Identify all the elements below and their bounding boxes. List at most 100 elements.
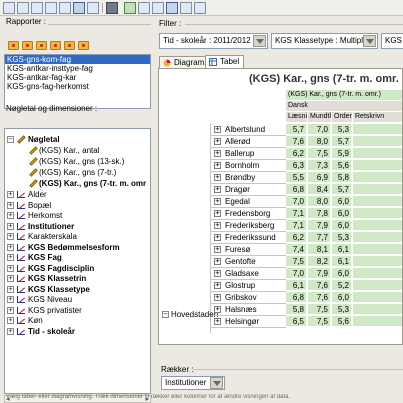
tab-diagram[interactable]: Diagram [159,56,210,68]
row-label[interactable]: Glostrup [225,280,255,291]
excel-icon[interactable] [124,2,136,14]
report-folder-icon[interactable] [64,41,75,50]
report-list[interactable]: KGS-gns-kom-fag KGS-antkar-insttype-fag … [4,54,151,109]
row-label[interactable]: Helsingør [225,316,259,327]
tree-measure[interactable]: (KGS) Kar., antal [39,146,99,155]
tree-dimension[interactable]: Institutioner [28,222,74,231]
row-label[interactable]: Dragør [225,184,250,195]
collapse-icon[interactable]: − [7,136,14,143]
row-label[interactable]: Egedal [225,196,250,207]
expand-icon[interactable]: + [214,210,221,217]
chevron-down-icon[interactable] [210,377,223,389]
tree-dimension[interactable]: KGS Niveau [28,295,72,304]
copy-icon[interactable] [45,2,57,14]
tree-dimension[interactable]: KGS privatister [28,306,82,315]
save-icon[interactable] [31,2,43,14]
collapse-icon[interactable]: − [162,311,169,318]
expand-icon[interactable]: + [7,264,14,272]
report-folder-icon[interactable] [50,41,61,50]
rows-dropdown[interactable]: Institutioner [161,376,225,390]
report-folder-icon[interactable] [36,41,47,50]
row-label[interactable]: Gentofte [225,256,256,267]
filter-dropdown[interactable]: KGS Klassetype : Multiple [271,33,378,49]
report-item[interactable]: KGS-gns-kom-fag [5,55,150,64]
expand-icon[interactable]: + [7,285,14,293]
tab-tabel[interactable]: Tabel [205,55,245,68]
window-icon[interactable] [194,2,206,14]
tree-dimension[interactable]: KGS Klassetrin [28,274,86,283]
expand-icon[interactable]: + [7,222,14,230]
expand-icon[interactable]: + [214,162,221,169]
row-label[interactable]: Bornholm [225,160,259,171]
tree-dimension[interactable]: KGS Klassetype [28,285,90,294]
expand-icon[interactable]: + [7,275,14,282]
expand-icon[interactable]: + [7,317,14,324]
expand-icon[interactable]: + [214,150,221,157]
tree-dimension[interactable]: Bopæl [28,201,51,210]
expand-icon[interactable]: + [214,294,221,301]
report-item[interactable]: KGS-gns-fag-herkomst [5,82,150,91]
tree-measure-selected[interactable]: (KGS) Kar., gns (7-tr. m. omr [39,179,146,188]
row-label[interactable]: Frederiksberg [225,220,274,231]
sum-icon[interactable] [166,2,178,14]
expand-icon[interactable]: + [7,191,14,198]
export-icon[interactable] [152,2,164,14]
color-icon[interactable] [106,2,118,14]
row-label[interactable]: Gribskov [225,292,257,303]
report-item[interactable]: KGS-antkar-insttype-fag [5,64,150,73]
tree-dimension[interactable]: Herkomst [28,211,62,220]
column-header[interactable]: Mundtlig [308,112,331,122]
expand-icon[interactable]: + [214,198,221,205]
expand-icon[interactable]: + [7,212,14,219]
new-icon[interactable] [3,2,15,14]
tree-dimension[interactable]: Tid - skoleår [28,327,75,336]
expand-icon[interactable]: + [214,138,221,145]
tree-dimension[interactable]: Køn [28,316,43,325]
expand-icon[interactable]: + [214,258,221,265]
expand-icon[interactable]: + [7,296,14,303]
row-label[interactable]: Albertslund [225,124,265,135]
expand-icon[interactable]: + [7,243,14,251]
expand-icon[interactable]: + [7,306,14,314]
row-label[interactable]: Gladsaxe [225,268,259,279]
expand-icon[interactable]: + [214,246,221,253]
row-label[interactable]: Allerød [225,136,250,147]
expand-icon[interactable]: + [7,254,14,261]
column-header[interactable]: Læsning [286,112,307,122]
tree-dimension[interactable]: KGS Fag [28,253,62,262]
expand-icon[interactable]: + [214,270,221,277]
chevron-down-icon[interactable] [253,35,266,47]
expand-icon[interactable]: + [214,234,221,241]
expand-icon[interactable]: + [214,222,221,229]
chart-icon[interactable] [138,2,150,14]
row-label[interactable]: Brøndby [225,172,255,183]
tree-root-label[interactable]: Nøgletal [28,135,60,144]
report-folder-icon[interactable] [8,41,19,50]
report-folder-icon[interactable] [78,41,89,50]
expand-icon[interactable]: + [214,186,221,193]
grid-icon[interactable] [87,2,99,14]
open-icon[interactable] [17,2,29,14]
tree-dimension[interactable]: KGS Fagdisciplin [28,264,94,273]
report-item[interactable]: KGS-antkar-fag-kar [5,73,150,82]
dimension-tree[interactable]: − Nøgletal (KGS) Kar., antal (KGS) Kar.,… [4,128,151,394]
tree-dimension[interactable]: Alder [28,190,47,199]
column-header[interactable]: Orden [332,112,352,122]
column-header[interactable]: Retskrivn [353,112,402,122]
expand-icon[interactable]: + [214,306,221,313]
expand-icon[interactable]: + [7,327,14,335]
row-label[interactable]: Halsnæs [225,304,257,315]
row-label[interactable]: Frederikssund [225,232,276,243]
tree-measure[interactable]: (KGS) Kar., gns (13-sk.) [39,157,124,166]
tree-dimension[interactable]: Karakterskala [28,232,77,241]
table-icon[interactable] [73,2,85,14]
filter-dropdown[interactable]: KGS K [381,33,403,49]
expand-icon[interactable]: + [214,126,221,133]
expand-icon[interactable]: + [7,201,14,209]
row-label[interactable]: Ballerup [225,148,254,159]
expand-icon[interactable]: + [214,174,221,181]
row-label[interactable]: Furesø [225,244,250,255]
filter-dropdown[interactable]: Tid - skoleår : 2011/2012 [159,33,268,49]
expand-icon[interactable]: + [214,282,221,289]
row-label[interactable]: Fredensborg [225,208,270,219]
